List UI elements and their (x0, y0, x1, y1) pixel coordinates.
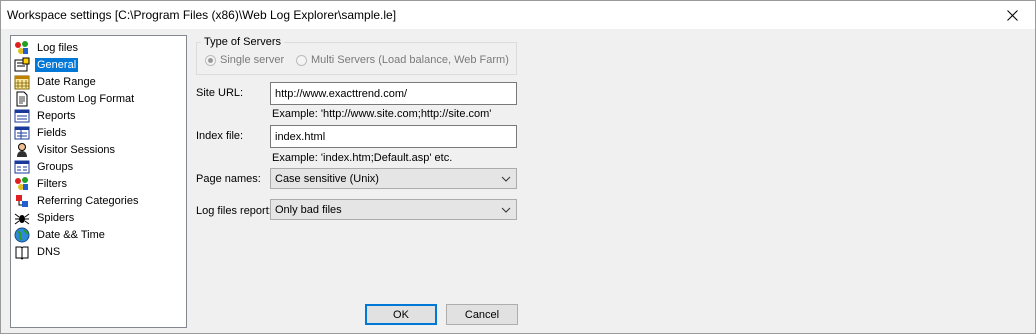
index-file-hint: Example: 'index.htm;Default.asp' etc. (272, 152, 453, 164)
tree-item-fields[interactable]: Fields (14, 124, 68, 141)
filters-icon (15, 176, 28, 190)
index-file-label: Index file: (196, 130, 244, 142)
tree-item-date-time[interactable]: Date && Time (14, 226, 107, 243)
radio-unchecked-indicator (296, 54, 307, 66)
single-server-label: Single server (220, 54, 285, 66)
radio-checked-indicator (205, 54, 216, 66)
tree-item-label: Date Range (37, 75, 96, 88)
single-server-radio[interactable]: Single server (205, 54, 284, 66)
close-button[interactable] (989, 1, 1035, 29)
tree-item-label: Spiders (37, 211, 75, 224)
server-type-group-title: Type of Servers (201, 36, 285, 48)
log-files-icon (15, 40, 28, 54)
tree-item-dns[interactable]: DNS (14, 243, 62, 260)
log-files-report-select[interactable]: Only bad files (270, 199, 517, 220)
tree-item-custom-log-format[interactable]: Custom Log Format (14, 90, 136, 107)
groups-icon (14, 160, 30, 173)
cancel-button[interactable]: Cancel (446, 304, 518, 325)
tree-item-label: Filters (37, 177, 67, 190)
visitor-icon (17, 142, 27, 157)
chevron-down-icon (501, 207, 511, 213)
tree-item-spiders[interactable]: Spiders (14, 209, 76, 226)
tree-item-date-range[interactable]: Date Range (14, 73, 98, 90)
tree-item-label: Reports (37, 109, 76, 122)
window-title: Workspace settings [C:\Program Files (x8… (7, 8, 397, 22)
calendar-icon (14, 75, 30, 89)
log-files-report-value: Only bad files (275, 203, 342, 216)
spider-icon (14, 213, 30, 224)
ok-button[interactable]: OK (365, 304, 437, 325)
multi-server-label: Multi Servers (Load balance, Web Farm) (311, 54, 509, 66)
log-files-report-label: Log files report: (196, 205, 272, 217)
globe-icon (14, 227, 30, 242)
general-icon (14, 57, 30, 71)
page-names-select[interactable]: Case sensitive (Unix) (270, 168, 517, 189)
tree-item-referring-categories[interactable]: Referring Categories (14, 192, 141, 209)
tree-item-visitor-sessions[interactable]: Visitor Sessions (14, 141, 117, 158)
tree-item-label: Log files (37, 41, 78, 54)
multi-server-radio[interactable]: Multi Servers (Load balance, Web Farm) (296, 54, 509, 66)
tree-item-label: Date && Time (37, 228, 105, 241)
index-file-input[interactable] (270, 125, 517, 148)
tree-item-label: DNS (37, 245, 61, 258)
tree-item-label: General (33, 56, 80, 73)
tree-item-filters[interactable]: Filters (14, 175, 69, 192)
tree-item-groups[interactable]: Groups (14, 158, 75, 175)
site-url-label: Site URL: (196, 87, 244, 99)
reports-icon (14, 109, 30, 122)
referring-icon (16, 194, 28, 207)
tree-item-reports[interactable]: Reports (14, 107, 78, 124)
page-names-label: Page names: (196, 173, 261, 185)
tree-item-label: Referring Categories (37, 194, 139, 207)
tree-item-label: Visitor Sessions (37, 143, 116, 156)
page-names-value: Case sensitive (Unix) (275, 172, 379, 185)
fields-icon (14, 126, 30, 139)
site-url-input[interactable] (270, 82, 517, 105)
tree-item-general[interactable]: General (14, 56, 80, 73)
close-icon (1006, 9, 1018, 21)
tree-item-label: Groups (37, 160, 74, 173)
chevron-down-icon (501, 176, 511, 182)
settings-tree[interactable]: Log files General Date Range Custom Log … (10, 35, 187, 328)
site-url-hint: Example: 'http://www.site.com;http://sit… (272, 108, 492, 120)
tree-item-label: Custom Log Format (37, 92, 135, 105)
tree-item-log-files[interactable]: Log files (14, 39, 80, 56)
title-bar: Workspace settings [C:\Program Files (x8… (1, 1, 1035, 29)
workspace-settings-dialog: Workspace settings [C:\Program Files (x8… (0, 0, 1036, 334)
document-icon (16, 91, 28, 106)
book-icon (15, 246, 29, 260)
tree-item-label: Fields (37, 126, 67, 139)
